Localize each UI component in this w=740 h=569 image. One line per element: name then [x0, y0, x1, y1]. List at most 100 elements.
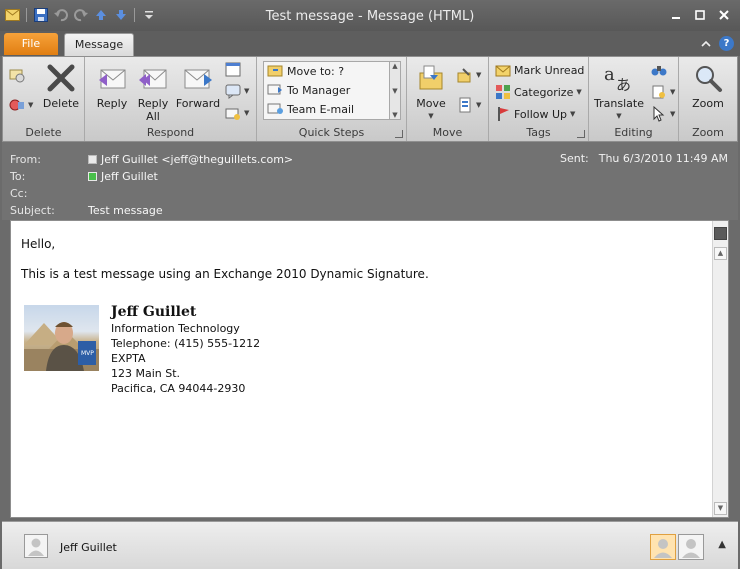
quick-step-team-email[interactable]: Team E-mail: [264, 100, 389, 119]
scroll-down-icon[interactable]: ▼: [392, 87, 397, 95]
tab-file[interactable]: File: [4, 33, 58, 55]
tab-message[interactable]: Message: [64, 33, 134, 57]
avatar[interactable]: [24, 534, 48, 558]
reply-all-label-line2: All: [146, 110, 160, 123]
categorize-button[interactable]: Categorize ▼: [495, 84, 582, 100]
forward-button[interactable]: Forward: [175, 61, 221, 110]
maximize-icon[interactable]: [690, 7, 710, 23]
people-pane-name[interactable]: Jeff Guillet: [60, 541, 117, 554]
calendar-icon: [225, 61, 241, 77]
related-button[interactable]: ▼: [651, 84, 675, 100]
expand-people-pane-icon[interactable]: ▲: [718, 539, 726, 550]
team-mail-icon: [267, 101, 283, 118]
expand-gallery-icon[interactable]: ▼: [392, 111, 397, 119]
reply-all-label-line1: Reply: [137, 97, 169, 110]
mark-unread-button[interactable]: Mark Unread: [495, 62, 584, 78]
forward-label: Forward: [175, 97, 221, 110]
dialog-launcher-icon[interactable]: [395, 130, 403, 138]
presence-online-icon: [88, 171, 97, 181]
im-button[interactable]: ▼: [225, 83, 249, 99]
svg-text:MVP: MVP: [81, 350, 94, 357]
actions-button[interactable]: ▼: [457, 97, 481, 113]
signature-city: Pacifica, CA 94044-2930: [111, 382, 246, 395]
ignore-icon: [9, 67, 25, 83]
reply-button[interactable]: Reply: [91, 61, 133, 110]
people-pane-view-toggle: [650, 534, 704, 560]
signature-telephone: Telephone: (415) 555-1212: [111, 337, 261, 350]
cc-row: Cc:: [10, 186, 88, 200]
message-body[interactable]: Hello, This is a test message using an E…: [10, 220, 729, 518]
reply-all-button[interactable]: Reply All: [133, 61, 173, 123]
minimize-icon[interactable]: [666, 7, 686, 23]
to-value[interactable]: Jeff Guillet: [88, 170, 158, 183]
presence-unknown-icon: [88, 154, 97, 164]
cc-label: Cc:: [10, 186, 28, 200]
people-list-view-icon[interactable]: [678, 534, 704, 560]
find-button[interactable]: [651, 62, 667, 78]
from-label: From:: [10, 152, 41, 166]
chevron-down-icon: ▼: [244, 87, 250, 95]
quick-steps-gallery: Move to: ? To Manager Team E-mail: [263, 61, 390, 120]
more-respond-button[interactable]: ▼: [225, 105, 249, 121]
delete-button[interactable]: Delete: [41, 61, 81, 110]
scroll-up-icon[interactable]: ▲: [714, 247, 727, 260]
quick-step-label: Team E-mail: [287, 103, 355, 116]
binoculars-icon: [651, 62, 667, 78]
group-label-respond: Respond: [146, 126, 195, 139]
follow-up-button[interactable]: Follow Up ▼: [495, 106, 575, 122]
quick-step-label: Move to: ?: [287, 65, 345, 78]
close-icon[interactable]: [714, 7, 734, 23]
move-label: Move: [416, 97, 446, 110]
translate-button[interactable]: aあ Translate ▼: [591, 61, 647, 123]
signature-text: Jeff Guillet Information Technology Tele…: [111, 305, 260, 396]
forward-icon: [181, 61, 215, 95]
to-row: To: Jeff Guillet: [10, 169, 158, 183]
cursor-icon: [651, 106, 667, 122]
dialog-launcher-icon[interactable]: [577, 130, 585, 138]
quick-step-label: To Manager: [287, 84, 351, 97]
ignore-button[interactable]: [9, 67, 25, 83]
ribbon-tabs: File Message ?: [0, 31, 740, 57]
junk-button[interactable]: ▼: [9, 97, 33, 113]
move-folder-icon: [414, 61, 448, 95]
zoom-button[interactable]: Zoom: [683, 61, 733, 110]
categorize-label: Categorize: [514, 85, 574, 99]
quick-step-to-manager[interactable]: To Manager: [264, 81, 389, 100]
more-respond-icon: [225, 105, 241, 121]
to-recipient[interactable]: Jeff Guillet: [101, 170, 158, 183]
signature-department: Information Technology: [111, 322, 240, 335]
im-icon: [225, 83, 241, 99]
rules-button[interactable]: ▼: [457, 67, 481, 83]
quick-step-move-to[interactable]: Move to: ?: [264, 62, 389, 81]
meeting-button[interactable]: [225, 61, 241, 77]
chevron-down-icon: ▼: [28, 101, 34, 109]
chevron-down-icon: ▼: [428, 112, 434, 120]
move-button[interactable]: Move ▼: [411, 61, 451, 123]
folder-arrow-icon: [267, 63, 283, 80]
from-address[interactable]: Jeff Guillet <jeff@theguillets.com>: [101, 153, 293, 166]
vertical-scrollbar[interactable]: ▲ ▼: [712, 221, 728, 517]
ruler-toggle-icon[interactable]: [714, 227, 727, 240]
people-single-view-icon[interactable]: [650, 534, 676, 560]
ribbon-collapse-icon[interactable]: [701, 36, 711, 52]
from-value[interactable]: Jeff Guillet <jeff@theguillets.com>: [88, 153, 293, 166]
scroll-down-icon[interactable]: ▼: [714, 502, 727, 515]
sent-value: Thu 6/3/2010 11:49 AM: [598, 152, 728, 165]
chevron-down-icon: ▼: [570, 110, 576, 118]
help-icon[interactable]: ?: [719, 36, 734, 51]
mark-unread-label: Mark Unread: [514, 63, 585, 77]
flag-icon: [495, 106, 511, 122]
group-label-zoom: Zoom: [692, 126, 724, 139]
signature-photo: MVP: [24, 305, 99, 371]
reply-label: Reply: [96, 97, 128, 110]
title-bar: Test message - Message (HTML): [0, 0, 740, 31]
ribbon-group-move: Move ▼ ▼ ▼ Move: [407, 57, 489, 141]
chevron-down-icon: ▼: [476, 71, 482, 79]
select-button[interactable]: ▼: [651, 106, 675, 122]
from-row: From: Jeff Guillet <jeff@theguillets.com…: [10, 152, 293, 166]
scroll-up-icon[interactable]: ▲: [392, 62, 397, 70]
subject-row: Subject: Test message: [10, 203, 163, 217]
message-text: Hello, This is a test message using an E…: [21, 237, 429, 297]
quick-steps-scroll[interactable]: ▲ ▼ ▼: [390, 61, 401, 120]
mark-unread-icon: [495, 62, 511, 78]
